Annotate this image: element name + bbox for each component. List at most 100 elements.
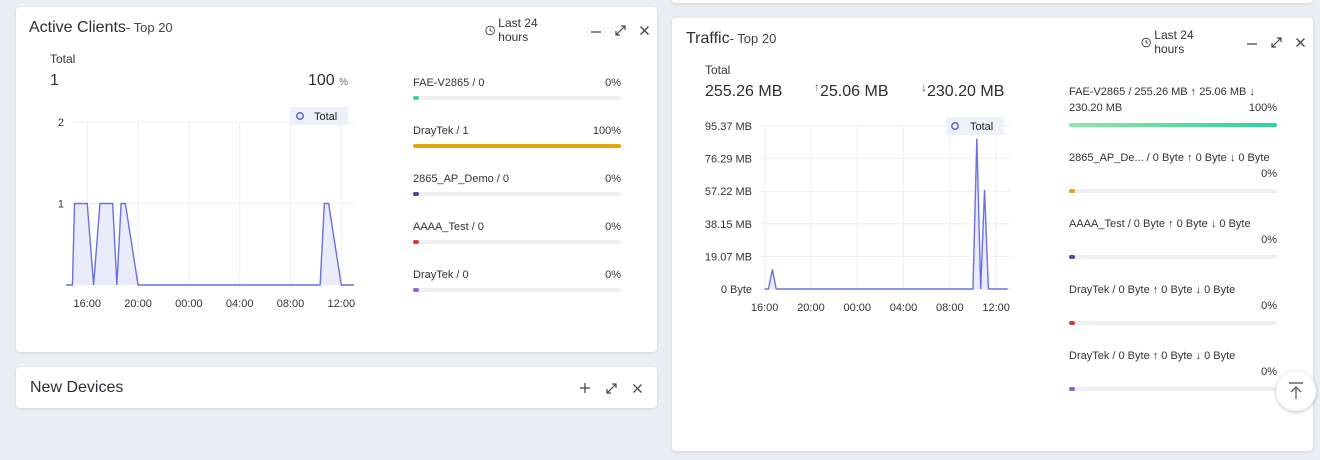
progress-bar-track bbox=[1069, 321, 1277, 325]
traffic-upload-value: ↑25.06 MB bbox=[814, 80, 889, 101]
list-item-percent: 100% bbox=[592, 125, 621, 137]
x-tick-label: 00:00 bbox=[175, 298, 203, 310]
traffic-total-value: 255.26 MB bbox=[705, 83, 783, 100]
progress-bar-track bbox=[1069, 387, 1277, 391]
list-item-percent: 0% bbox=[1261, 234, 1277, 246]
list-item-percent: 0% bbox=[605, 221, 621, 233]
chart-legend[interactable]: Total bbox=[290, 107, 348, 125]
list-item-name: DrayTek / 0 Byte ↑ 0 Byte ↓ 0 Byte bbox=[1069, 284, 1236, 296]
minimize-button[interactable] bbox=[584, 20, 608, 40]
traffic-title: Traffic- Top 20 bbox=[686, 30, 776, 48]
minus-icon bbox=[591, 31, 602, 33]
list-item-name-continued: 230.20 MB bbox=[1069, 102, 1123, 114]
list-item-percent: 0% bbox=[1261, 366, 1277, 378]
progress-bar-track bbox=[413, 144, 621, 148]
x-tick-label: 12:00 bbox=[328, 298, 356, 310]
traffic-chart: 95.37 MB 76.29 MB 57.22 MB 38.15 MB 19.07 MB… bbox=[705, 117, 1010, 314]
list-item: DrayTek / 0 Byte ↑ 0 Byte ↓ 0 Byte 0% bbox=[1069, 284, 1277, 346]
expand-button[interactable] bbox=[598, 378, 624, 398]
progress-bar-track bbox=[413, 192, 621, 196]
active-clients-card: Active Clients- Top 20 Last 24 hours Tot… bbox=[16, 7, 657, 352]
traffic-total-label: Total bbox=[705, 63, 731, 77]
y-tick-label: 19.07 MB bbox=[705, 251, 752, 263]
progress-bar-track bbox=[1069, 123, 1277, 127]
list-item: 2865_AP_Demo / 0 0% bbox=[413, 173, 621, 217]
card-title-text: Traffic bbox=[686, 30, 730, 47]
x-tick-label: 16:00 bbox=[73, 298, 101, 310]
y-tick-label: 76.29 MB bbox=[705, 154, 752, 166]
x-tick-label: 20:00 bbox=[797, 302, 825, 314]
back-to-top-button[interactable] bbox=[1276, 371, 1316, 411]
clock-icon bbox=[1141, 37, 1151, 47]
new-devices-card: New Devices bbox=[16, 367, 657, 408]
expand-button[interactable] bbox=[1264, 32, 1288, 52]
time-range-label: Last 24 hours bbox=[498, 16, 538, 44]
progress-bar-track bbox=[1069, 255, 1277, 259]
close-button[interactable] bbox=[624, 378, 650, 398]
progress-bar-fill bbox=[1069, 321, 1075, 325]
x-tick-label: 00:00 bbox=[843, 302, 871, 314]
percent-value: 100 % bbox=[308, 72, 348, 90]
series-area-fill bbox=[66, 203, 354, 285]
close-button[interactable] bbox=[633, 20, 657, 40]
list-item-percent: 0% bbox=[1261, 168, 1277, 180]
card-subtitle: - Top 20 bbox=[729, 31, 777, 46]
list-item-percent: 0% bbox=[1261, 300, 1277, 312]
series-line bbox=[764, 138, 1008, 290]
time-range-label: Last 24 hours bbox=[1154, 28, 1194, 56]
progress-bar-fill bbox=[1069, 123, 1277, 127]
legend-label-total: Total bbox=[314, 111, 337, 123]
expand-icon bbox=[615, 24, 626, 36]
x-tick-label: 08:00 bbox=[277, 298, 305, 310]
chart-legend[interactable]: Total bbox=[946, 117, 1004, 135]
y-tick-label: 1 bbox=[58, 199, 64, 211]
traffic-card: Traffic- Top 20 Last 24 hours Total 255.… bbox=[672, 18, 1313, 451]
arrow-up-to-top-icon bbox=[1289, 382, 1303, 399]
traffic-list: FAE-V2865 / 255.26 MB ↑ 25.06 MB ↓ 230.20… bbox=[1069, 86, 1277, 426]
total-value: 1 bbox=[50, 72, 59, 89]
list-item-name: FAE-V2865 / 0 bbox=[413, 77, 485, 89]
legend-label-total: Total bbox=[970, 121, 993, 133]
y-tick-label: 38.15 MB bbox=[705, 219, 752, 231]
progress-bar-fill bbox=[1069, 255, 1075, 259]
x-tick-label: 20:00 bbox=[124, 298, 152, 310]
clock-icon bbox=[485, 25, 495, 35]
close-icon bbox=[632, 383, 642, 393]
progress-bar-fill bbox=[413, 288, 419, 292]
percent-unit: % bbox=[339, 77, 349, 88]
active-clients-list: FAE-V2865 / 0 0% DrayTek / 1 100% 2865_AP_De… bbox=[413, 77, 621, 317]
list-item-name: AAAA_Test / 0 bbox=[413, 221, 484, 233]
progress-bar-fill bbox=[413, 96, 419, 100]
progress-bar-track bbox=[413, 240, 621, 244]
list-item: FAE-V2865 / 255.26 MB ↑ 25.06 MB ↓ 230.20… bbox=[1069, 86, 1277, 148]
progress-bar-fill bbox=[413, 144, 621, 148]
upload-arrow-icon: ↑ bbox=[814, 80, 820, 94]
list-item-name: DrayTek / 0 Byte ↑ 0 Byte ↓ 0 Byte bbox=[1069, 350, 1236, 362]
expand-button[interactable] bbox=[608, 20, 632, 40]
list-item-percent: 0% bbox=[605, 77, 621, 89]
progress-bar-fill bbox=[413, 192, 419, 196]
card-title-text: Active Clients bbox=[29, 19, 126, 36]
list-item-name: 2865_AP_De... / 0 Byte ↑ 0 Byte ↓ 0 Byte bbox=[1069, 152, 1270, 164]
close-button[interactable] bbox=[1289, 32, 1313, 52]
close-icon bbox=[640, 25, 650, 35]
time-range-selector[interactable]: Last 24 hours bbox=[485, 16, 566, 44]
progress-bar-fill bbox=[1069, 189, 1075, 193]
upload-number: 25.06 MB bbox=[820, 83, 889, 100]
time-range-selector[interactable]: Last 24 hours bbox=[1141, 28, 1222, 56]
x-tick-label: 04:00 bbox=[226, 298, 254, 310]
new-devices-title: New Devices bbox=[30, 379, 124, 396]
plus-icon bbox=[580, 383, 590, 393]
list-item: 2865_AP_De... / 0 Byte ↑ 0 Byte ↓ 0 Byte… bbox=[1069, 152, 1277, 214]
list-item: AAAA_Test / 0 0% bbox=[413, 221, 621, 265]
active-clients-header-controls: Last 24 hours bbox=[485, 16, 657, 44]
minimize-button[interactable] bbox=[1240, 32, 1264, 52]
progress-bar-track bbox=[413, 96, 621, 100]
list-item: DrayTek / 0 Byte ↑ 0 Byte ↓ 0 Byte 0% bbox=[1069, 350, 1277, 412]
previous-card-edge bbox=[672, 0, 1313, 3]
list-item: DrayTek / 0 0% bbox=[413, 269, 621, 313]
add-button[interactable] bbox=[572, 378, 598, 398]
list-item: DrayTek / 1 100% bbox=[413, 125, 621, 169]
card-subtitle: - Top 20 bbox=[125, 20, 173, 35]
list-item-name: FAE-V2865 / 255.26 MB ↑ 25.06 MB ↓ bbox=[1069, 86, 1255, 98]
